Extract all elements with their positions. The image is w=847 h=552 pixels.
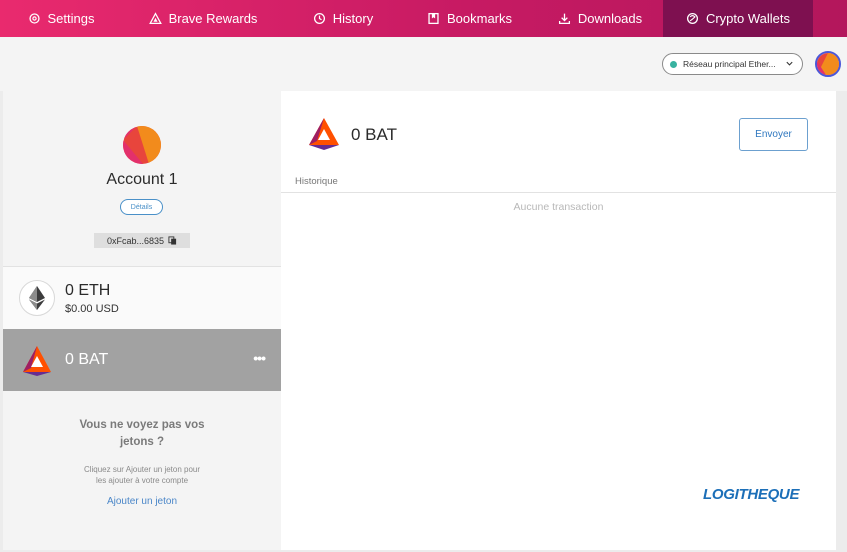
asset-detail-title: 0 BAT [351,125,397,144]
send-button[interactable]: Envoyer [739,118,808,151]
tab-downloads-label: Downloads [577,11,643,26]
wallet-icon [686,12,698,25]
bat-icon [309,118,339,150]
avatar-icon [817,53,839,75]
tab-crypto-wallets[interactable]: Crypto Wallets [663,0,813,37]
wallet-header: Réseau principal Ether... [0,37,847,91]
scrollbar-track [836,91,847,552]
tab-settings[interactable]: Settings [0,0,122,37]
top-navigation: Settings Brave Rewards History Bookmarks… [0,0,847,37]
asset-balance: 0 ETH [65,282,111,299]
asset-row-eth[interactable]: 0 ETH $0.00 USD [3,267,281,329]
tab-brave-rewards-label: Brave Rewards [168,11,258,26]
triangle-icon [148,12,162,25]
missing-tokens-description-line: Cliquez sur Ajouter un jeton pour [83,465,201,474]
details-button[interactable]: Détails [120,199,163,215]
tab-crypto-wallets-label: Crypto Wallets [705,11,791,26]
asset-row-bat[interactable]: 0 BAT ••• [3,329,281,391]
empty-history-message: Aucune transaction [513,201,604,213]
missing-tokens-description-line: les ajouter à votre compte [95,476,189,485]
asset-icon-container [19,342,55,378]
add-token-link[interactable]: Ajouter un jeton [3,496,281,507]
account-avatar [123,126,161,164]
tab-brave-rewards[interactable]: Brave Rewards [122,0,284,37]
missing-tokens-title-text: Vous ne voyez pas vos jetons ? [79,419,205,448]
missing-tokens-title: Vous ne voyez pas vos jetons ? [3,417,281,451]
account-sidebar: Account 1 Détails 0xFcab...6835 0 ETH $0… [3,91,281,550]
tab-bookmarks[interactable]: Bookmarks [402,0,537,37]
tab-downloads[interactable]: Downloads [537,0,663,37]
asset-usd-value: $0.00 USD [65,303,119,315]
more-options-icon[interactable]: ••• [253,350,266,366]
network-status-dot [670,60,677,68]
bat-icon [23,346,51,376]
gear-icon [28,13,40,24]
wallet-panel: Account 1 Détails 0xFcab...6835 0 ETH $0… [3,91,836,550]
tab-settings-label: Settings [47,11,95,26]
clock-icon [313,12,325,25]
missing-tokens-description: Cliquez sur Ajouter un jeton pour les aj… [3,464,281,486]
network-label: Réseau principal Ether... [683,59,776,69]
account-address-text: 0xFcab...6835 [106,235,165,246]
watermark-logo: LOGITHEQUE [703,486,800,503]
copy-icon[interactable] [168,236,177,245]
account-avatar-menu[interactable] [815,51,841,77]
download-icon [558,13,570,25]
network-selector[interactable]: Réseau principal Ether... [662,53,803,75]
divider [281,192,836,193]
tab-history-label: History [332,11,374,26]
chevron-down-icon [786,61,793,66]
tab-history[interactable]: History [284,0,402,37]
history-label: Historique [295,176,338,187]
bookmark-icon [428,12,439,25]
asset-icon-container [19,280,55,316]
tab-bookmarks-label: Bookmarks [446,11,513,26]
account-address[interactable]: 0xFcab...6835 [94,233,190,248]
avatar-icon [123,126,161,164]
account-name: Account 1 [106,171,178,188]
asset-balance: 0 BAT [65,351,109,368]
asset-detail: 0 BAT Envoyer Historique Aucune transact… [281,91,836,550]
ethereum-icon [29,286,45,310]
